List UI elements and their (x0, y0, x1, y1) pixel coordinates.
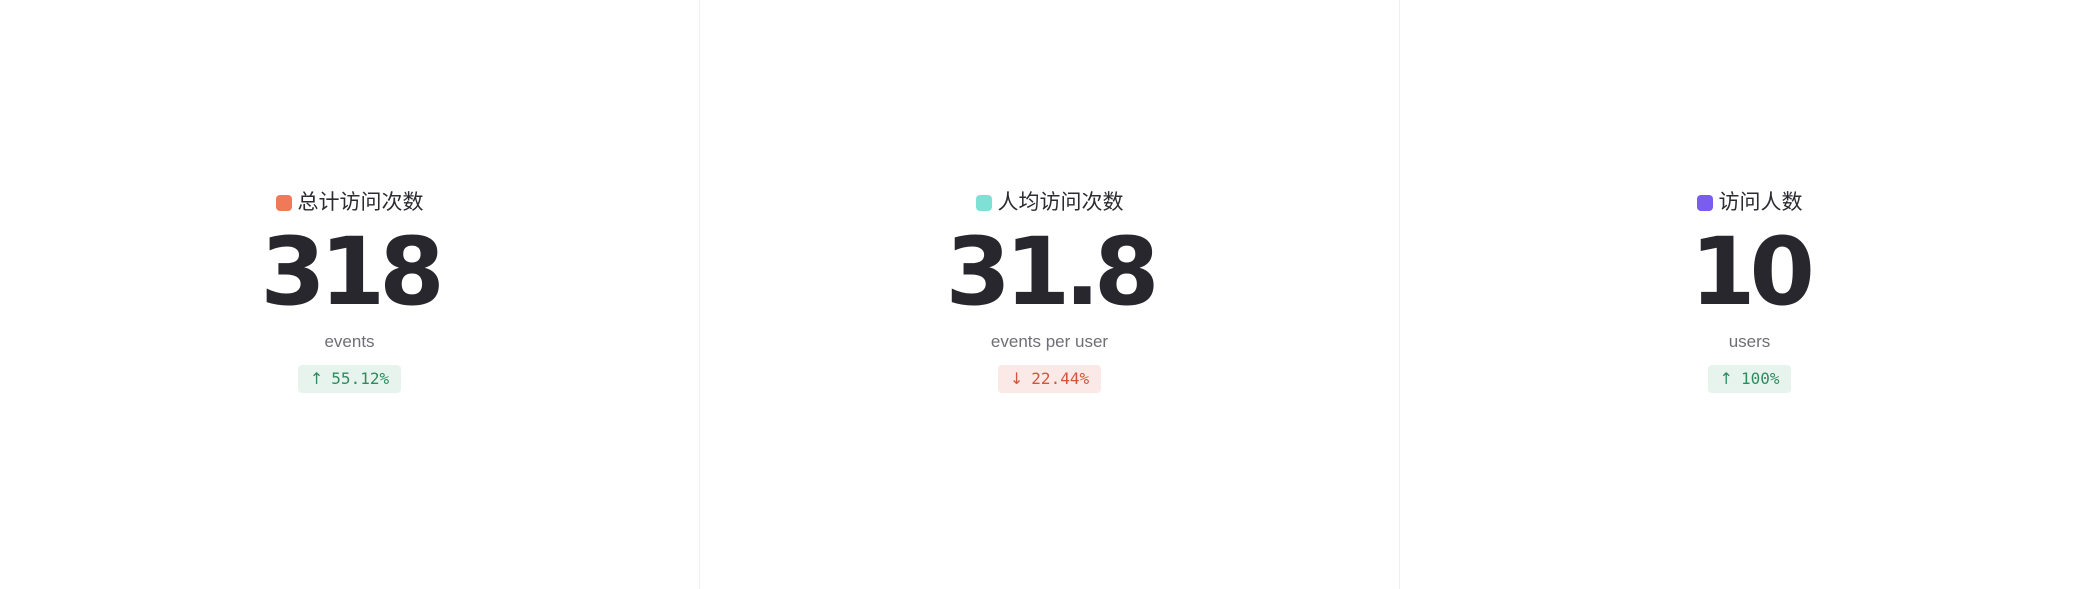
metric-stat: 人均访问次数 31.8 events per user ↓ 22.44% (945, 191, 1160, 393)
arrow-down-icon: ↓ (1009, 368, 1024, 388)
metric-card-avg-visits-per-user: 人均访问次数 31.8 events per user ↓ 22.44% (700, 0, 1400, 589)
metric-card-visitors: 访问人数 10 users ↑ 100% (1400, 0, 2099, 589)
metric-label: 总计访问次数 (275, 191, 424, 215)
metric-unit: events per user (990, 331, 1109, 351)
metric-label-text: 总计访问次数 (297, 191, 424, 214)
change-badge: ↑ 55.12% (297, 364, 402, 393)
arrow-up-icon: ↑ (1719, 368, 1733, 388)
change-percent: 100% (1740, 368, 1780, 388)
metric-value: 318 (260, 217, 444, 327)
metric-label: 访问人数 (1696, 191, 1803, 215)
metric-label: 人均访问次数 (975, 191, 1124, 215)
metric-unit: events (324, 331, 375, 351)
legend-swatch-icon (975, 194, 992, 211)
metric-stat: 访问人数 10 users ↑ 100% (1690, 191, 1815, 393)
metric-value: 31.8 (945, 217, 1160, 327)
arrow-up-icon: ↑ (309, 368, 324, 388)
metric-label-text: 访问人数 (1718, 191, 1803, 214)
change-percent: 55.12% (331, 368, 390, 388)
metric-card-total-visits: 总计访问次数 318 events ↑ 55.12% (0, 0, 700, 589)
change-badge: ↑ 100% (1707, 364, 1792, 393)
legend-swatch-icon (275, 194, 292, 211)
metric-value: 10 (1690, 217, 1815, 327)
legend-swatch-icon (1696, 194, 1713, 211)
change-percent: 22.44% (1031, 368, 1090, 388)
metric-label-text: 人均访问次数 (997, 191, 1124, 214)
metric-unit: users (1728, 331, 1771, 351)
metric-stat: 总计访问次数 318 events ↑ 55.12% (260, 191, 445, 393)
change-badge: ↓ 22.44% (997, 364, 1102, 393)
metrics-row: 总计访问次数 318 events ↑ 55.12% 人均访问次数 31.8 e… (0, 0, 2099, 589)
